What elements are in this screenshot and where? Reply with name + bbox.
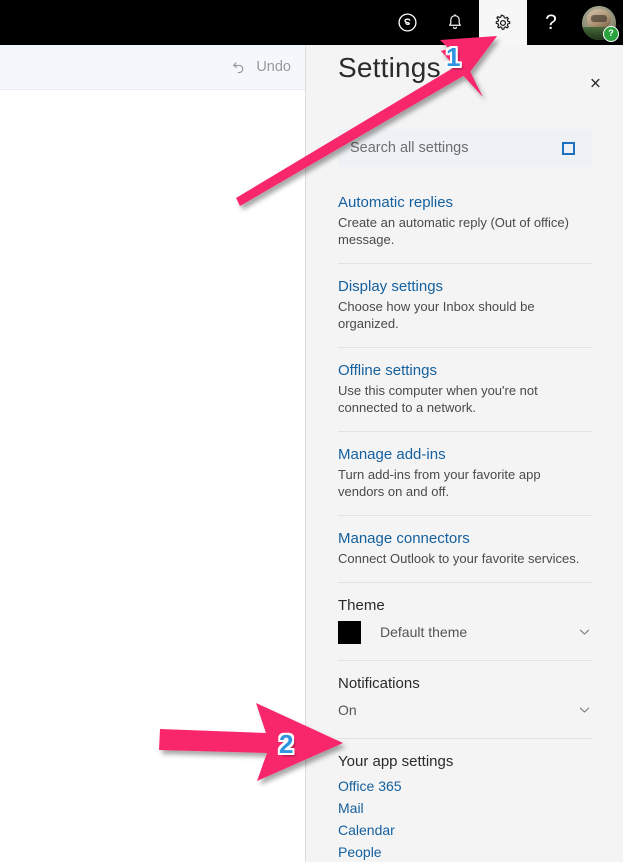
app-window: ? ? Undo Settings × Search all settings … [0,0,623,862]
setting-link[interactable]: Display settings [338,278,592,295]
undo-arrow-icon [230,59,247,76]
skype-icon[interactable] [383,0,431,45]
suite-icon-group: ? ? [383,0,623,45]
calendar-app-settings-link[interactable]: Calendar [338,819,592,841]
chevron-down-icon[interactable] [577,703,592,718]
setting-manage-connectors[interactable]: Manage connectors Connect Outlook to you… [338,516,592,583]
theme-value: Default theme [380,624,468,640]
chevron-down-icon[interactable] [577,625,592,640]
notifications-bell-icon[interactable] [431,0,479,45]
setting-description: Use this computer when you're not connec… [338,383,538,415]
search-input[interactable] [338,129,560,167]
undo-button[interactable]: Undo [230,45,291,89]
setting-description: Turn add-ins from your favorite app vend… [338,467,541,499]
notifications-label: Notifications [338,675,420,692]
theme-label: Theme [338,597,385,614]
app-settings-label: Your app settings [338,753,454,770]
suite-header-bar: ? ? [0,0,623,45]
main-content-area: Undo [0,45,305,862]
search-square-icon[interactable] [562,141,575,155]
help-question-icon: ? [545,11,557,34]
avatar[interactable]: ? [575,0,623,45]
close-icon[interactable]: × [590,75,601,94]
search-settings-box[interactable] [338,129,592,167]
settings-panel: Settings × Automatic replies Create an a… [305,0,623,862]
undo-label: Undo [256,59,291,75]
setting-offline-settings[interactable]: Offline settings Use this computer when … [338,348,592,432]
command-bar: Undo [0,45,305,90]
setting-your-app-settings: Your app settings Office 365 Mail Calend… [338,739,592,862]
notifications-value: On [338,702,357,718]
annotation-number-2: 2 [279,729,294,759]
setting-display-settings[interactable]: Display settings Choose how your Inbox s… [338,264,592,348]
people-app-settings-link[interactable]: People [338,841,592,862]
theme-selector[interactable]: Default theme [338,619,592,645]
setting-description: Connect Outlook to your favorite service… [338,551,580,566]
setting-link[interactable]: Manage connectors [338,530,592,547]
setting-link[interactable]: Manage add-ins [338,446,592,463]
setting-link[interactable]: Offline settings [338,362,592,379]
setting-description: Choose how your Inbox should be organize… [338,299,535,331]
annotation-number-1: 1 [446,42,461,72]
page-title: Settings [338,52,441,83]
settings-list: Automatic replies Create an automatic re… [306,183,623,862]
setting-notifications: Notifications On [338,661,592,739]
notifications-selector[interactable]: On [338,697,592,723]
settings-gear-icon[interactable] [479,0,527,45]
setting-theme: Theme Default theme [338,583,592,661]
setting-description: Create an automatic reply (Out of office… [338,215,569,247]
app-settings-links: Office 365 Mail Calendar People [338,775,592,862]
setting-link[interactable]: Automatic replies [338,194,592,211]
office365-app-settings-link[interactable]: Office 365 [338,775,592,797]
setting-automatic-replies[interactable]: Automatic replies Create an automatic re… [338,183,592,264]
setting-manage-add-ins[interactable]: Manage add-ins Turn add-ins from your fa… [338,432,592,516]
avatar-status-badge: ? [603,26,619,42]
mail-app-settings-link[interactable]: Mail [338,797,592,819]
theme-color-swatch [338,620,361,644]
help-button[interactable]: ? [527,0,575,45]
